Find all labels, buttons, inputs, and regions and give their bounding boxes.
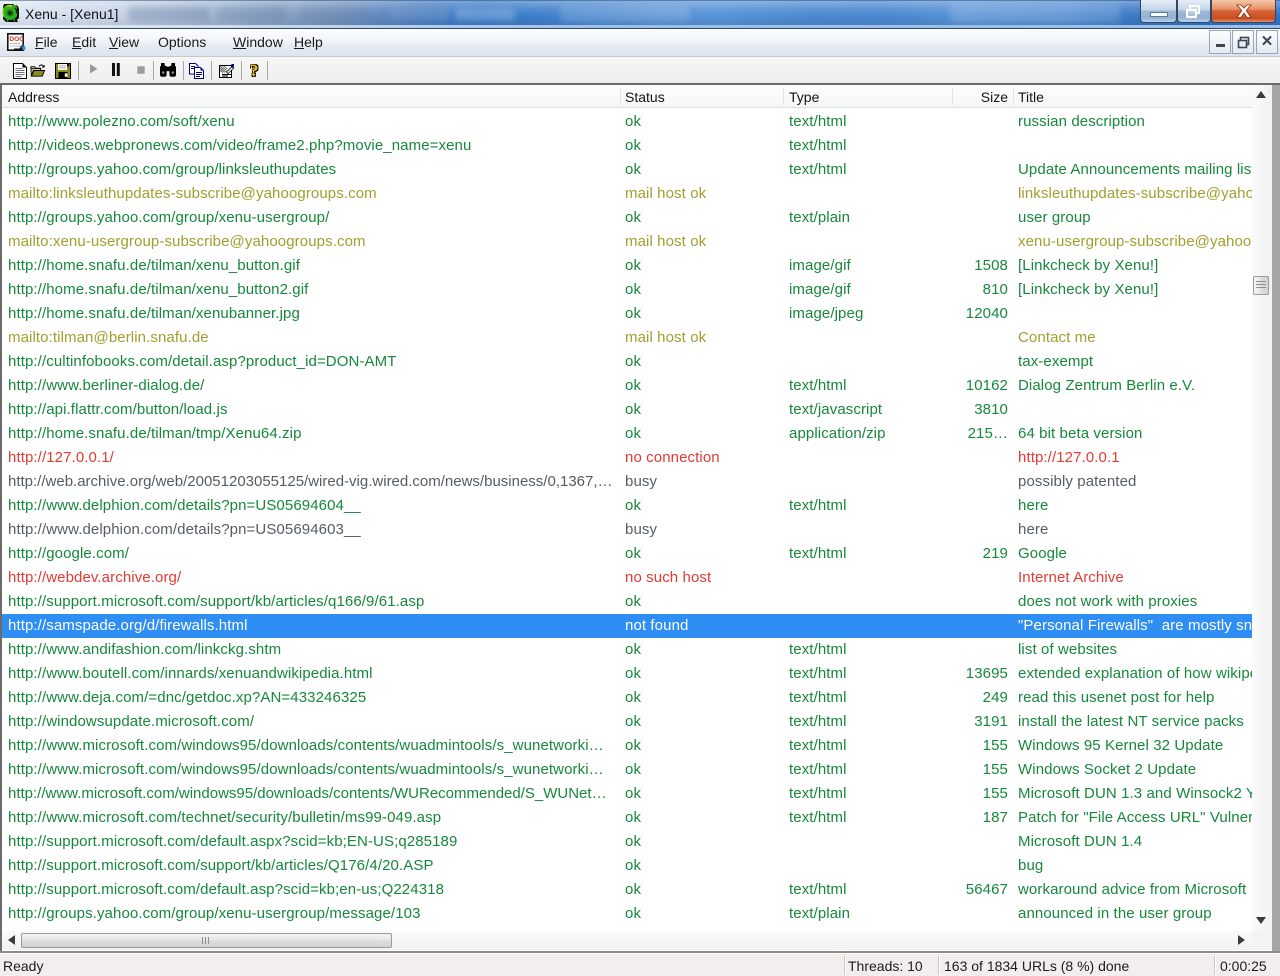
- svg-text:DOC: DOC: [9, 36, 24, 43]
